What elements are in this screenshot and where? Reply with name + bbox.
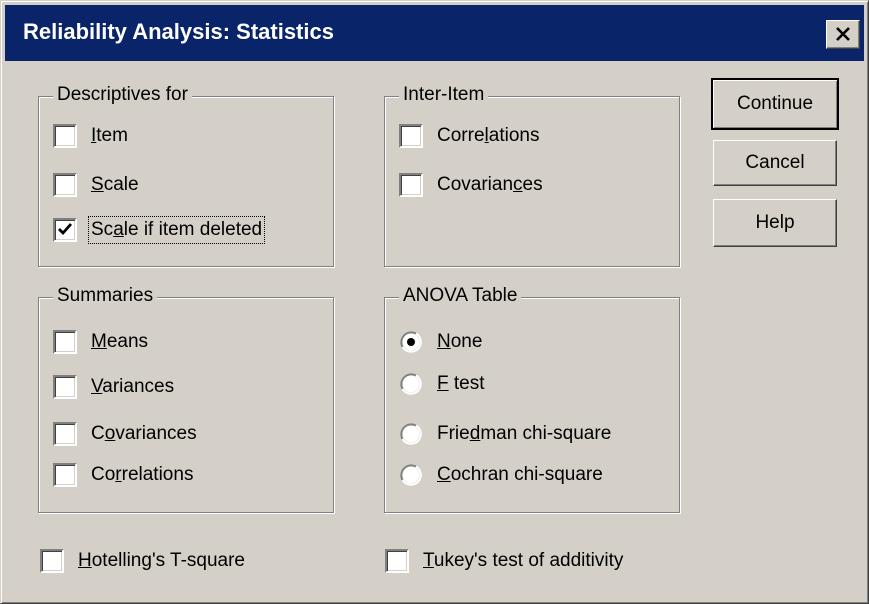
inter-item-legend: Inter-Item xyxy=(399,82,489,108)
anova-table-legend: ANOVA Table xyxy=(399,283,522,309)
continue-button[interactable]: Continue xyxy=(711,78,839,130)
anova-none-radio[interactable] xyxy=(399,330,423,354)
variances-label: Variances xyxy=(91,376,175,397)
scale-if-item-deleted-row[interactable]: Scale if item deleted xyxy=(53,213,266,247)
cancel-button[interactable]: Cancel xyxy=(713,140,837,186)
item-checkbox-row[interactable]: Item xyxy=(53,119,128,153)
anova-cochran-label: Cochran chi-square xyxy=(437,464,603,485)
summaries-legend: Summaries xyxy=(53,283,158,309)
inter-item-correlations-row[interactable]: Correlations xyxy=(399,119,539,153)
hotelling-checkbox[interactable] xyxy=(40,549,64,573)
inter-item-covariances-row[interactable]: Covariances xyxy=(399,168,543,202)
anova-cochran-radio[interactable] xyxy=(399,463,423,487)
anova-friedman-label: Friedman chi-square xyxy=(437,423,612,444)
scale-checkbox[interactable] xyxy=(53,173,77,197)
dialog-title: Reliability Analysis: Statistics xyxy=(23,19,334,44)
variances-checkbox-row[interactable]: Variances xyxy=(53,370,174,404)
item-label: Item xyxy=(91,125,128,146)
covariances-checkbox-row[interactable]: Covariances xyxy=(53,417,197,451)
inter-item-covariances-label: Covariances xyxy=(437,174,543,195)
anova-friedman-radio[interactable] xyxy=(399,422,423,446)
inter-item-correlations-checkbox[interactable] xyxy=(399,124,423,148)
anova-f-test-row[interactable]: F test xyxy=(399,367,485,401)
checkmark-icon xyxy=(58,223,73,236)
tukey-checkbox-row[interactable]: Tukey's test of additivity xyxy=(385,544,623,578)
correlations-checkbox-row[interactable]: Correlations xyxy=(53,458,193,492)
dialog-window: Reliability Analysis: Statistics Descrip… xyxy=(0,0,869,604)
close-icon xyxy=(836,27,850,41)
scale-if-item-deleted-checkbox[interactable] xyxy=(53,218,77,242)
anova-f-test-radio[interactable] xyxy=(399,372,423,396)
anova-friedman-row[interactable]: Friedman chi-square xyxy=(399,417,611,451)
means-checkbox-row[interactable]: Means xyxy=(53,325,148,359)
means-checkbox[interactable] xyxy=(53,330,77,354)
means-label: Means xyxy=(91,331,149,352)
radio-frame-icon xyxy=(400,423,422,445)
close-button[interactable] xyxy=(826,20,860,49)
title-bar[interactable]: Reliability Analysis: Statistics xyxy=(5,5,864,61)
anova-none-label: None xyxy=(437,331,483,352)
radio-frame-icon xyxy=(400,331,422,353)
anova-table-group: ANOVA Table None F test Friedman chi-squ… xyxy=(384,283,680,513)
descriptives-legend: Descriptives for xyxy=(53,82,192,108)
descriptives-group: Descriptives for Item Scale Scale if ite… xyxy=(38,82,334,267)
hotelling-label: Hotelling's T-square xyxy=(78,550,245,571)
inter-item-group: Inter-Item Correlations Covariances xyxy=(384,82,680,267)
anova-cochran-row[interactable]: Cochran chi-square xyxy=(399,458,603,492)
inter-item-correlations-label: Correlations xyxy=(437,125,540,146)
radio-frame-icon xyxy=(400,464,422,486)
tukey-checkbox[interactable] xyxy=(385,549,409,573)
scale-checkbox-row[interactable]: Scale xyxy=(53,168,139,202)
help-button[interactable]: Help xyxy=(713,199,837,247)
anova-none-row[interactable]: None xyxy=(399,325,482,359)
tukey-label: Tukey's test of additivity xyxy=(423,550,624,571)
inter-item-covariances-checkbox[interactable] xyxy=(399,173,423,197)
anova-f-test-label: F test xyxy=(437,373,485,394)
correlations-label: Correlations xyxy=(91,464,194,485)
scale-if-item-deleted-label: Scale if item deleted xyxy=(87,216,266,244)
variances-checkbox[interactable] xyxy=(53,375,77,399)
radio-dot-icon xyxy=(407,338,415,346)
summaries-group: Summaries Means Variances Covariances Co… xyxy=(38,283,334,513)
covariances-checkbox[interactable] xyxy=(53,422,77,446)
correlations-checkbox[interactable] xyxy=(53,463,77,487)
hotelling-checkbox-row[interactable]: Hotelling's T-square xyxy=(40,544,245,578)
radio-frame-icon xyxy=(400,373,422,395)
item-checkbox[interactable] xyxy=(53,124,77,148)
covariances-label: Covariances xyxy=(91,423,197,444)
scale-label: Scale xyxy=(91,174,139,195)
